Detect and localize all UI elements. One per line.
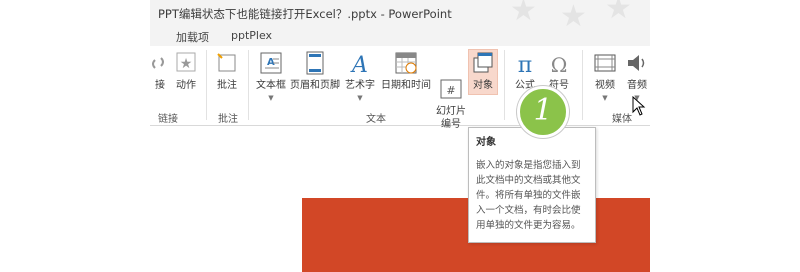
wordart-label: 艺术字 bbox=[345, 80, 375, 91]
date-time-button[interactable]: 日期和时间 bbox=[380, 50, 432, 92]
video-button[interactable]: 视频 ▼ bbox=[590, 50, 620, 105]
svg-text:Ω: Ω bbox=[551, 53, 568, 76]
hyperlink-button[interactable]: 接 bbox=[150, 50, 170, 92]
wordart-icon: A bbox=[347, 50, 373, 78]
equation-button[interactable]: π 公式 bbox=[510, 50, 540, 92]
wordart-button[interactable]: A 艺术字 ▼ bbox=[342, 50, 378, 105]
object-button[interactable]: 对象 bbox=[468, 49, 498, 95]
svg-text:#: # bbox=[446, 84, 455, 97]
calendar-icon bbox=[393, 50, 419, 76]
ribbon-insert: 接 ★ 动作 链接 批注 批注 A 文本框 ▼ 页眉和页脚 A 艺术字 ▼ 日期… bbox=[150, 46, 650, 130]
slide-number-icon: # bbox=[438, 63, 464, 99]
audio-label: 音频 bbox=[627, 80, 647, 91]
title-bar: PPT编辑状态下也能链接打开Excel？.pptx - PowerPoint ★… bbox=[150, 0, 650, 32]
omega-icon: Ω bbox=[546, 50, 572, 77]
speaker-icon bbox=[624, 50, 650, 76]
group-divider bbox=[582, 50, 583, 120]
chevron-down-icon: ▼ bbox=[268, 94, 274, 102]
mouse-cursor-icon bbox=[632, 95, 646, 120]
header-footer-label: 页眉和页脚 bbox=[290, 80, 340, 91]
slide-number-button[interactable]: # 幻灯片 编号 bbox=[434, 50, 468, 131]
action-label: 动作 bbox=[176, 80, 196, 91]
chevron-down-icon: ▼ bbox=[602, 94, 608, 102]
header-footer-button[interactable]: 页眉和页脚 bbox=[290, 50, 340, 92]
action-button[interactable]: ★ 动作 bbox=[172, 50, 200, 92]
svg-text:★: ★ bbox=[180, 56, 193, 72]
pi-icon: π bbox=[512, 50, 538, 78]
header-footer-icon bbox=[302, 50, 328, 76]
group-divider bbox=[206, 50, 207, 120]
comment-label: 批注 bbox=[217, 80, 237, 91]
object-tooltip: 对象 嵌入的对象是指您插入到此文档中的文档或其他文件。将所有单独的文件嵌入一个文… bbox=[468, 127, 596, 243]
textbox-icon: A bbox=[258, 50, 284, 76]
decor-star-icon: ★ bbox=[605, 0, 632, 26]
textbox-label: 文本框 bbox=[256, 80, 286, 91]
svg-text:π: π bbox=[518, 53, 532, 76]
group-label-links: 链接 bbox=[158, 114, 178, 125]
powerpoint-window: PPT编辑状态下也能链接打开Excel？.pptx - PowerPoint ★… bbox=[150, 0, 650, 272]
svg-text:A: A bbox=[350, 53, 368, 76]
group-label-text: 文本 bbox=[366, 114, 386, 125]
group-divider bbox=[248, 50, 249, 120]
comment-icon bbox=[214, 50, 240, 76]
step-number-badge: 1 bbox=[517, 86, 569, 138]
tab-addins[interactable]: 加载项 bbox=[176, 29, 209, 45]
object-label: 对象 bbox=[473, 80, 493, 91]
video-icon bbox=[592, 50, 618, 76]
textbox-button[interactable]: A 文本框 ▼ bbox=[254, 50, 288, 105]
decor-star-icon: ★ bbox=[510, 0, 537, 28]
group-divider bbox=[504, 50, 505, 120]
tab-pptplex[interactable]: pptPlex bbox=[231, 29, 272, 42]
date-time-label: 日期和时间 bbox=[381, 80, 431, 91]
ribbon-tabs: 加载项 pptPlex bbox=[150, 26, 650, 46]
window-title: PPT编辑状态下也能链接打开Excel？.pptx - PowerPoint bbox=[158, 7, 452, 21]
group-label-comments: 批注 bbox=[218, 114, 238, 125]
chevron-down-icon: ▼ bbox=[357, 94, 363, 102]
link-icon bbox=[151, 50, 169, 76]
comment-button[interactable]: 批注 bbox=[212, 50, 242, 92]
slide-number-label: 幻灯片 编号 bbox=[436, 106, 466, 130]
tooltip-body: 嵌入的对象是指您插入到此文档中的文档或其他文件。将所有单独的文件嵌入一个文档，有… bbox=[476, 160, 581, 231]
video-label: 视频 bbox=[595, 80, 615, 91]
group-label-media: 媒体 bbox=[612, 114, 632, 125]
action-star-icon: ★ bbox=[173, 50, 199, 76]
hyperlink-label: 接 bbox=[155, 80, 165, 91]
object-icon bbox=[470, 50, 496, 76]
